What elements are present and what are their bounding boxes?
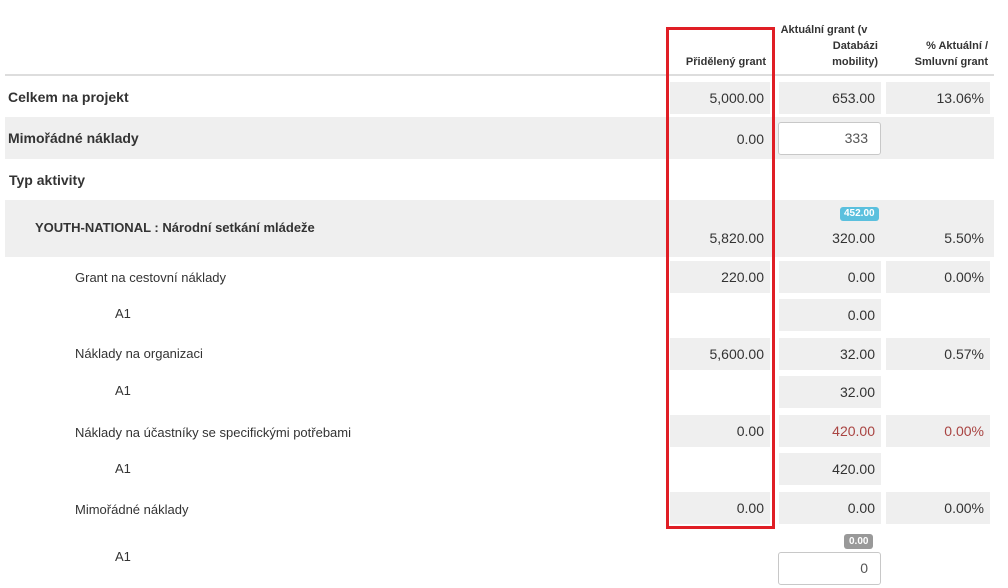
cell-total-allocated: 5,000.00	[670, 82, 770, 114]
header-percent-line2: Smluvní grant	[914, 56, 988, 68]
cell-org-actual: 32.00	[779, 338, 881, 370]
row-label-exceptional: Mimořádné náklady	[8, 130, 139, 146]
header-actual-line2: Databázi	[832, 40, 878, 52]
row-label-org-a1: A1	[115, 383, 131, 398]
header-divider	[5, 74, 994, 76]
cell-travel-a1-actual: 0.00	[779, 299, 881, 331]
header-actual-line3: mobility)	[832, 56, 878, 68]
cell-special-percent: 0.00%	[886, 415, 990, 447]
row-label-travel-a1: A1	[115, 306, 131, 321]
cell-special-a1-actual: 420.00	[779, 453, 881, 485]
input-exc2-a1-actual[interactable]: 0	[778, 552, 881, 585]
row-label-exc2-a1: A1	[115, 549, 131, 564]
cell-exceptional-allocated: 0.00	[670, 123, 770, 155]
cell-total-percent: 13.06%	[886, 82, 990, 114]
row-label-special-a1: A1	[115, 461, 131, 476]
cell-org-allocated: 5,600.00	[670, 338, 770, 370]
row-label-activity-type: Typ aktivity	[9, 172, 85, 188]
header-actual-line1: Aktuální grant (v	[780, 24, 868, 36]
cell-exc2-allocated: 0.00	[670, 492, 770, 524]
header-percent-grant: % Aktuální / Smluvní grant	[886, 38, 988, 70]
row-label-total: Celkem na projekt	[8, 89, 129, 105]
cell-travel-allocated: 220.00	[670, 261, 770, 293]
cell-exc2-percent: 0.00%	[886, 492, 990, 524]
header-percent-line1: % Aktuální /	[926, 40, 988, 52]
cell-org-percent: 0.57%	[886, 338, 990, 370]
cell-special-actual: 420.00	[779, 415, 881, 447]
cell-special-allocated: 0.00	[670, 415, 770, 447]
cell-youth-allocated: 5,820.00	[709, 230, 765, 246]
cell-exc2-actual: 0.00	[779, 492, 881, 524]
cell-travel-actual: 0.00	[779, 261, 881, 293]
row-label-youth-national: YOUTH-NATIONAL : Národní setkání mládeže	[35, 220, 315, 235]
row-label-travel: Grant na cestovní náklady	[75, 270, 227, 285]
row-label-organization: Náklady na organizaci	[75, 346, 203, 361]
badge-exc2-a1: 0.00	[844, 534, 874, 549]
row-label-special-needs: Náklady na účastníky se specifickými pot…	[75, 425, 352, 440]
cell-total-actual: 653.00	[779, 82, 881, 114]
cell-youth-percent: 5.50%	[944, 230, 984, 246]
input-exceptional-actual[interactable]: 333	[778, 122, 881, 155]
cell-org-a1-actual: 32.00	[779, 376, 881, 408]
badge-youth-actual: 452.00	[840, 207, 879, 221]
cell-youth-actual: 320.00	[832, 230, 875, 246]
header-actual-grant: Aktuální grant (v Databázi mobility)	[770, 22, 878, 70]
row-label-exceptional-sub: Mimořádné náklady	[75, 502, 189, 517]
header-allocated-grant: Přidělený grant	[685, 56, 766, 68]
cell-travel-percent: 0.00%	[886, 261, 990, 293]
